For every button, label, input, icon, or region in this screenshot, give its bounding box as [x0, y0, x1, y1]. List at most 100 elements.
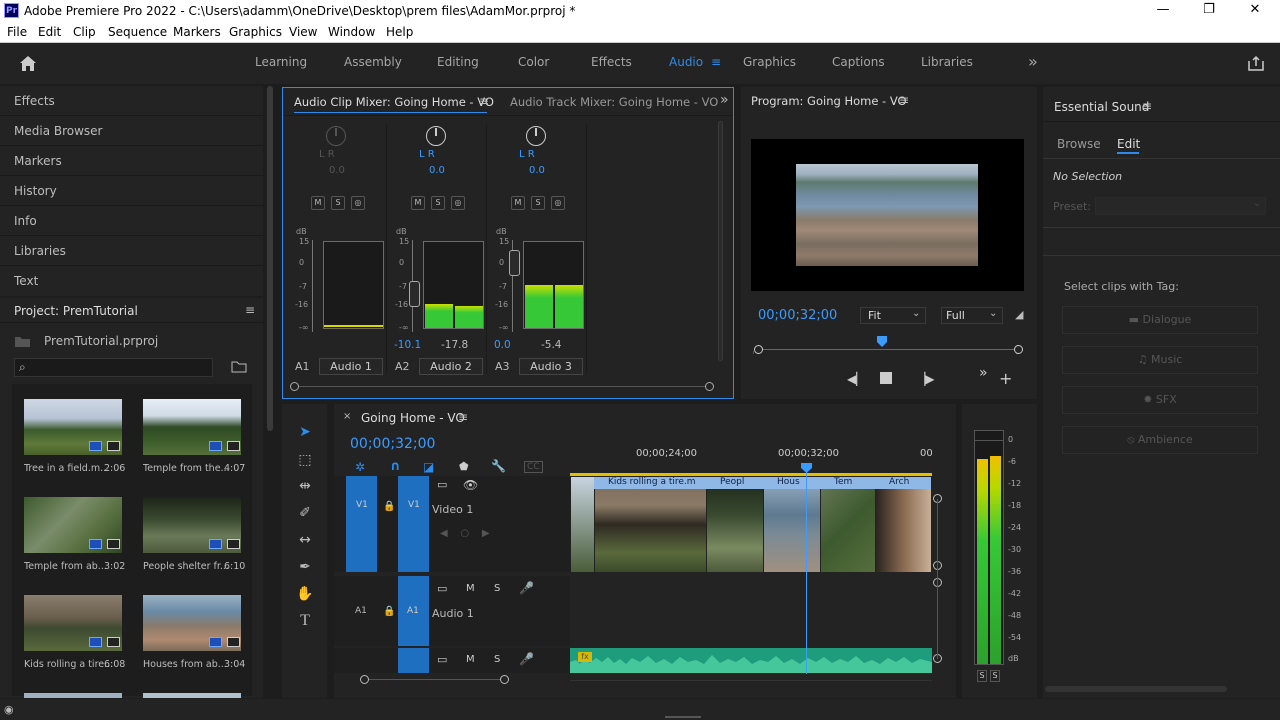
mixer-hscroll-track[interactable]	[293, 386, 713, 387]
work-area-bar[interactable]	[570, 473, 932, 476]
channel-name[interactable]: Audio 2	[419, 358, 483, 375]
workspace-tab-libraries[interactable]: Libraries	[921, 55, 973, 69]
video-clip[interactable]	[594, 477, 706, 572]
selection-tool-icon[interactable]: ➤	[296, 424, 314, 442]
pan-value[interactable]: 0.0	[529, 165, 545, 176]
tab-audio-clip-mixer[interactable]: Audio Clip Mixer: Going Home - VO	[294, 95, 494, 109]
zoom-handle[interactable]	[360, 675, 369, 684]
clip-thumbnail[interactable]	[143, 693, 241, 698]
workspace-tab-audio[interactable]: Audio	[669, 55, 703, 69]
video-clip[interactable]	[706, 477, 763, 572]
out-point-handle[interactable]	[1014, 345, 1023, 354]
video-clip[interactable]	[763, 477, 820, 572]
in-point-handle[interactable]	[754, 345, 763, 354]
stop-icon[interactable]	[880, 372, 892, 384]
volume-fader[interactable]	[509, 250, 520, 276]
workspace-tab-color[interactable]: Color	[518, 55, 549, 69]
horizontal-scrollbar[interactable]	[1043, 686, 1280, 692]
close-button[interactable]: ✕	[1245, 2, 1265, 17]
program-timecode[interactable]: 00;00;32;00	[758, 308, 837, 323]
workspace-menu-icon[interactable]: ≡	[711, 55, 721, 69]
panel-menu-icon[interactable]: ≡	[479, 94, 489, 108]
tab-audio-track-mixer[interactable]: Audio Track Mixer: Going Home - VO	[510, 95, 718, 109]
step-forward-icon[interactable]: ▕▶	[916, 372, 934, 386]
mute-button[interactable]: M	[411, 196, 425, 210]
settings-wrench-icon[interactable]: 🔧	[491, 459, 506, 473]
menu-graphics[interactable]: Graphics	[229, 25, 282, 39]
workspace-tab-effects[interactable]: Effects	[591, 55, 632, 69]
project-title[interactable]: Project: PremTutorial	[14, 304, 138, 318]
panel-libraries[interactable]: Libraries	[14, 244, 66, 258]
a2-target-patch[interactable]	[398, 648, 429, 673]
ripple-edit-tool-icon[interactable]: ⇹	[296, 478, 314, 496]
panel-info[interactable]: Info	[14, 214, 37, 228]
add-button-icon[interactable]: +	[999, 369, 1012, 388]
scroll-handle[interactable]	[705, 382, 714, 391]
timeline-zoom-scroll[interactable]	[364, 679, 504, 680]
menu-edit[interactable]: Edit	[38, 25, 61, 39]
gain-value[interactable]: 0.0	[494, 339, 511, 351]
volume-fader[interactable]	[409, 281, 420, 307]
tag-dialogue-button[interactable]: ▬ Dialogue	[1062, 306, 1258, 334]
microphone-icon[interactable]: 🎤	[519, 581, 534, 595]
channel-name[interactable]: Audio 3	[519, 358, 583, 375]
snap-icon[interactable]: ✲	[355, 460, 365, 474]
workspace-tab-assembly[interactable]: Assembly	[344, 55, 402, 69]
video-viewport[interactable]	[751, 139, 1024, 291]
gain-value[interactable]: -10.1	[394, 339, 421, 351]
linked-selection-icon[interactable]: ∩	[390, 459, 401, 474]
solo-button[interactable]: S	[531, 196, 545, 210]
marker-icon[interactable]: ⬟	[459, 460, 469, 473]
playhead-icon[interactable]	[877, 336, 887, 348]
pan-value[interactable]: 0.0	[329, 165, 345, 176]
program-monitor-title[interactable]: Program: Going Home - VO	[751, 94, 907, 108]
a1-source-label[interactable]: A1	[355, 606, 367, 616]
panel-media-browser[interactable]: Media Browser	[14, 124, 102, 138]
workspace-tab-captions[interactable]: Captions	[832, 55, 885, 69]
toggle-sync-lock-icon[interactable]: ▭	[437, 582, 447, 595]
record-button[interactable]: ◎	[451, 196, 465, 210]
panel-menu-icon[interactable]: ≡	[899, 93, 909, 107]
panel-text[interactable]: Text	[14, 274, 38, 288]
scrollbar-thumb[interactable]	[267, 86, 273, 431]
menu-sequence[interactable]: Sequence	[108, 25, 167, 39]
video-clip[interactable]	[820, 477, 875, 572]
mute-button[interactable]: M	[466, 583, 475, 594]
panel-effects[interactable]: Effects	[14, 94, 55, 108]
tag-music-button[interactable]: ♫ Music	[1062, 346, 1258, 374]
v1-source-patch[interactable]: V1	[346, 476, 377, 572]
lock-icon[interactable]: 🔒	[383, 606, 395, 617]
background-tasks-icon[interactable]: ◉	[4, 703, 14, 716]
menu-window[interactable]: Window	[328, 25, 375, 39]
razor-tool-icon[interactable]: ✐	[296, 505, 314, 523]
mute-button[interactable]: M	[311, 196, 325, 210]
eye-icon[interactable]: 👁	[463, 478, 478, 492]
menu-file[interactable]: File	[7, 25, 27, 39]
mute-button[interactable]: M	[466, 654, 475, 665]
workspace-tab-learning[interactable]: Learning	[255, 55, 307, 69]
zoom-dropdown[interactable]: Fit ⌄	[860, 307, 926, 324]
resolution-dropdown[interactable]: Full ⌄	[941, 307, 1003, 324]
mute-button[interactable]: M	[511, 196, 525, 210]
project-search-input[interactable]: ⌕	[14, 358, 213, 377]
audio-clip-waveform[interactable]	[570, 648, 932, 673]
tag-ambience-button[interactable]: ⦸ Ambience	[1062, 426, 1258, 454]
tab-edit[interactable]: Edit	[1117, 137, 1140, 151]
captions-icon[interactable]: CC	[524, 461, 543, 473]
clip-thumbnail[interactable]	[24, 693, 122, 698]
panel-menu-icon[interactable]: ≡	[1142, 99, 1152, 113]
tab-browse[interactable]: Browse	[1057, 137, 1101, 151]
solo-button[interactable]: S	[494, 583, 500, 594]
timeline-timecode[interactable]: 00;00;32;00	[350, 436, 435, 452]
toggle-sync-lock-icon[interactable]: ▭	[437, 653, 447, 666]
preset-dropdown[interactable]: ⌄	[1095, 197, 1266, 215]
step-back-icon[interactable]: ◀▏	[847, 372, 865, 386]
essential-sound-title[interactable]: Essential Sound	[1054, 100, 1149, 114]
v1-target-patch[interactable]: V1	[398, 476, 429, 572]
workspace-tab-editing[interactable]: Editing	[437, 55, 479, 69]
mixer-scrollbar[interactable]	[718, 121, 723, 361]
track-select-tool-icon[interactable]: ⬚	[296, 452, 314, 470]
menu-clip[interactable]: Clip	[73, 25, 96, 39]
hand-tool-icon[interactable]: ✋	[296, 586, 314, 604]
menu-markers[interactable]: Markers	[173, 25, 221, 39]
